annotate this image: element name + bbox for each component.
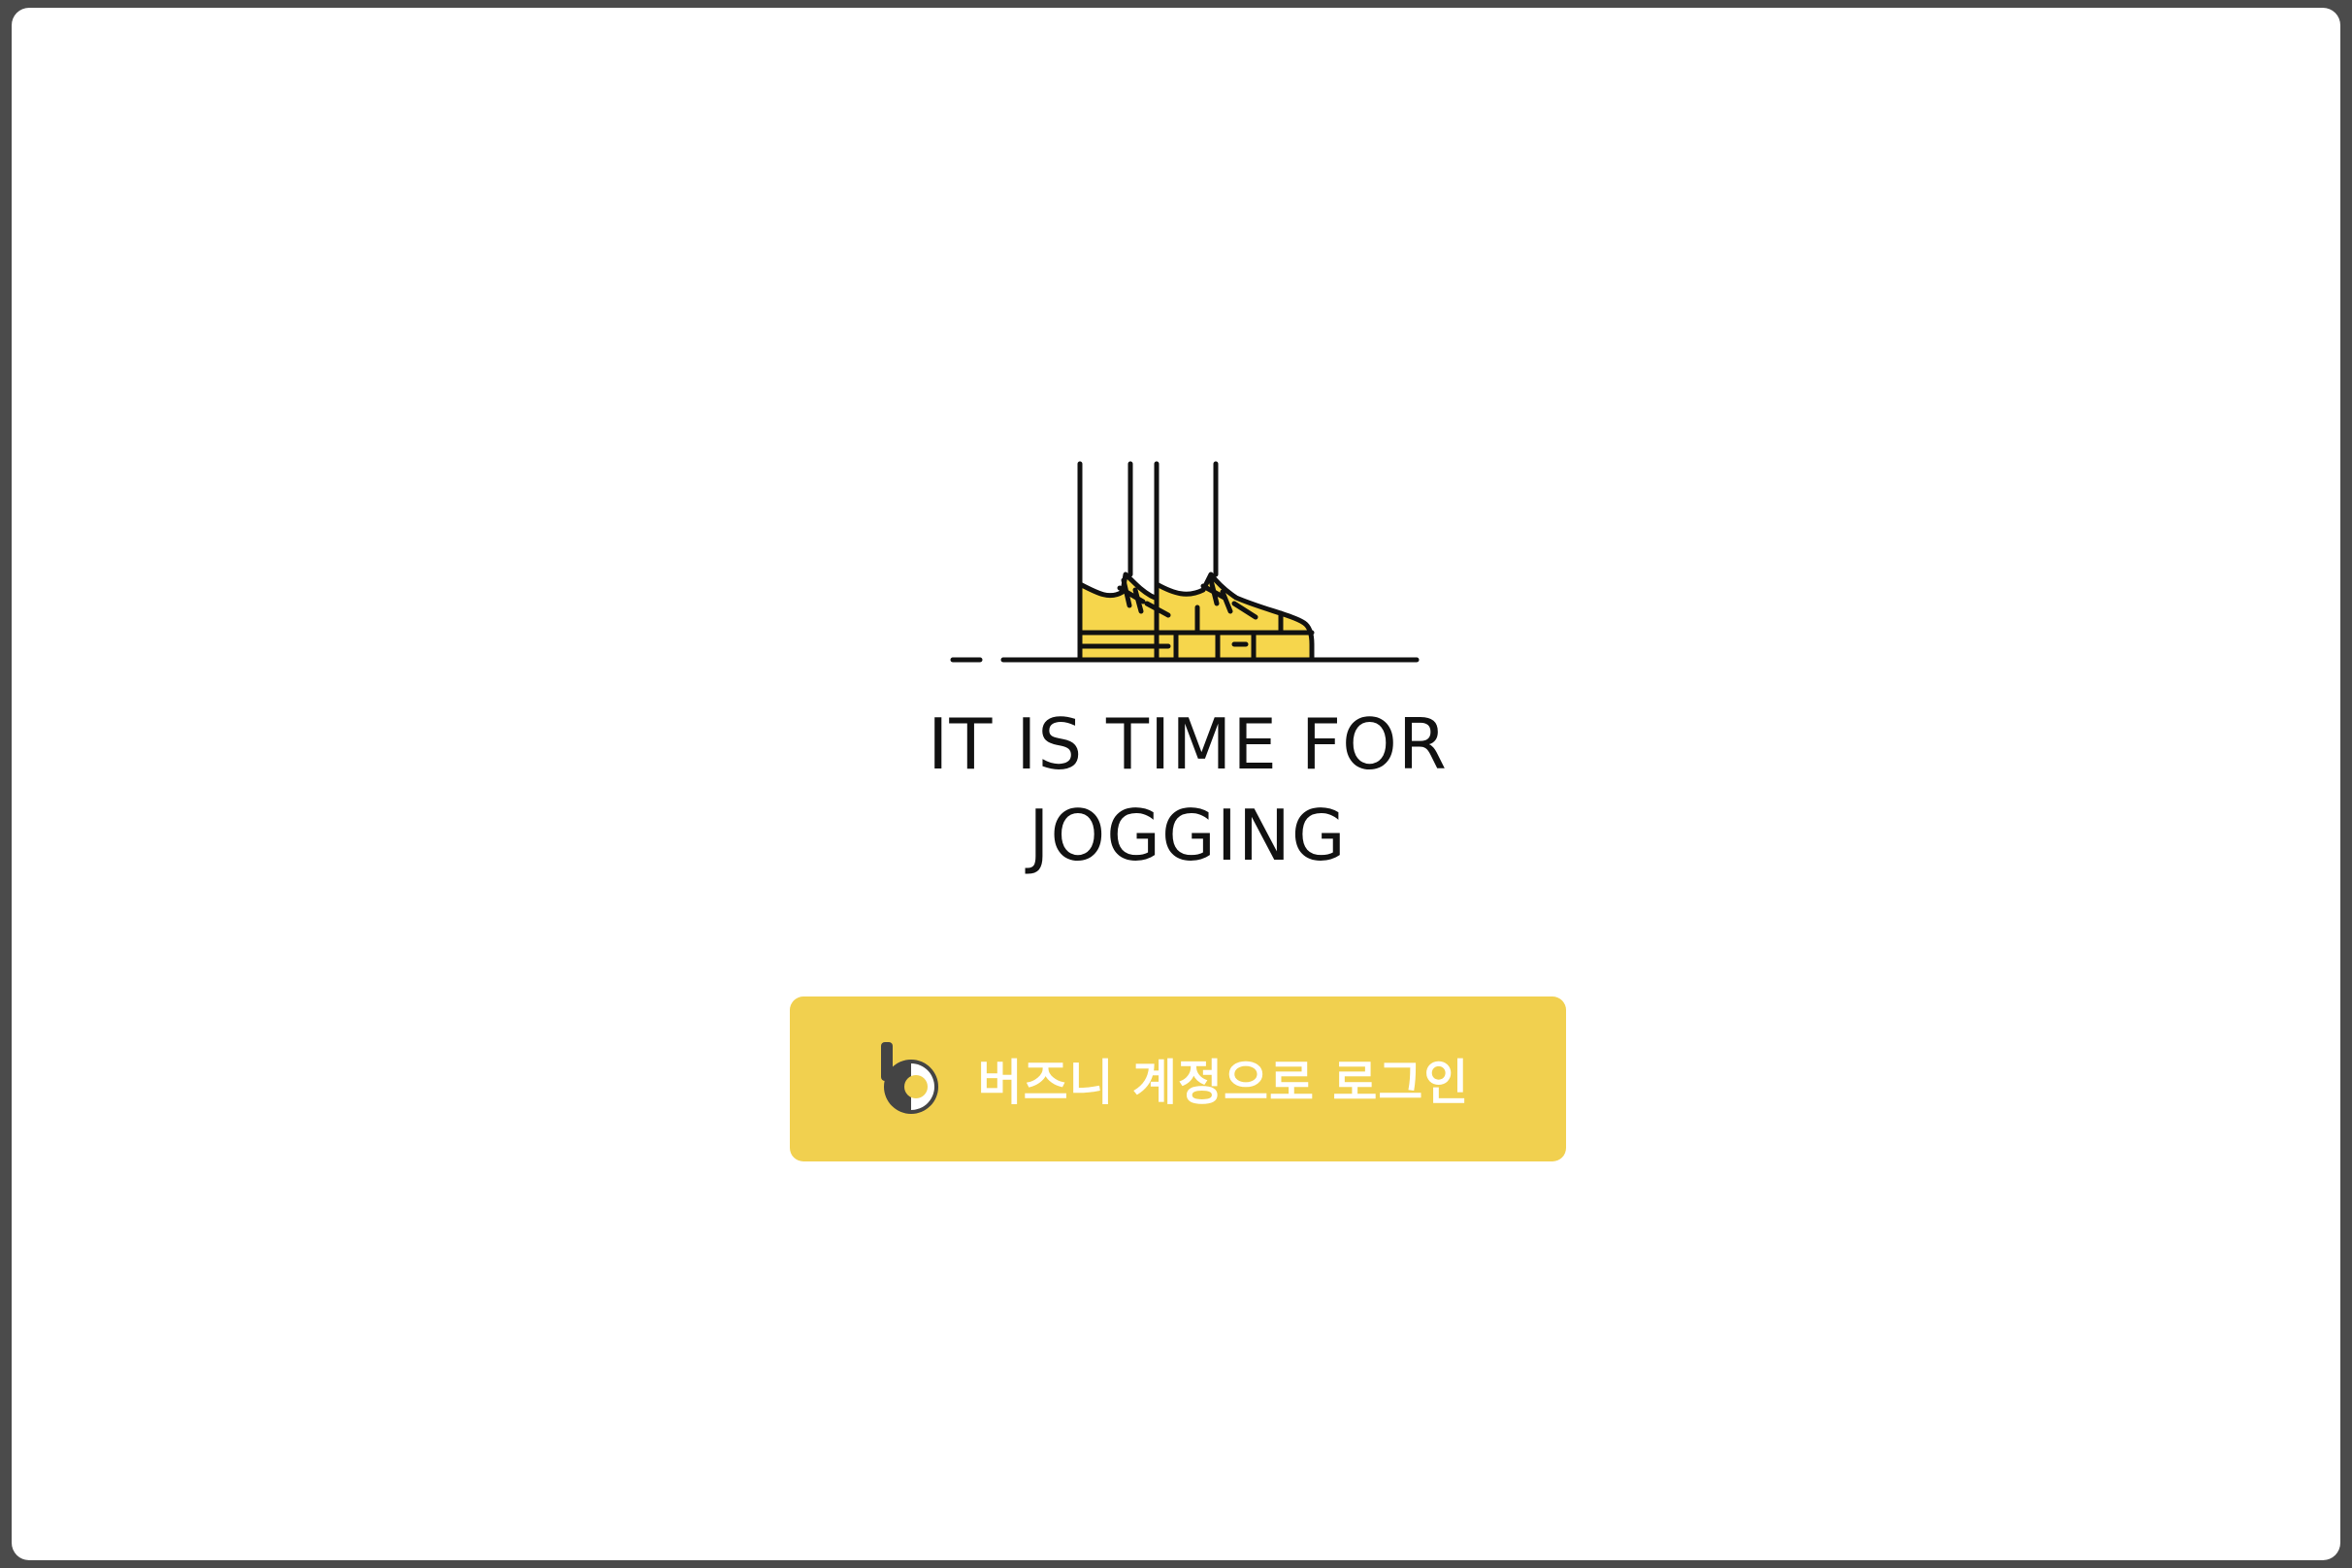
buzzni-login-button[interactable]: 버즈니 계정으로 로그인 bbox=[790, 996, 1566, 1161]
login-button-label: 버즈니 계정으로 로그인 bbox=[977, 1055, 1470, 1111]
headline-line-1: IT IS TIME FOR bbox=[928, 703, 1448, 785]
jogging-shoes-icon bbox=[950, 461, 1420, 663]
buzzni-logo-icon bbox=[880, 1042, 938, 1114]
headline-line-2: JOGGING bbox=[1029, 795, 1347, 876]
app-window: IT IS TIME FOR JOGGING 버즈니 계정으로 로그인 bbox=[12, 8, 2340, 1560]
page-title: IT IS TIME FOR JOGGING bbox=[691, 699, 1684, 881]
